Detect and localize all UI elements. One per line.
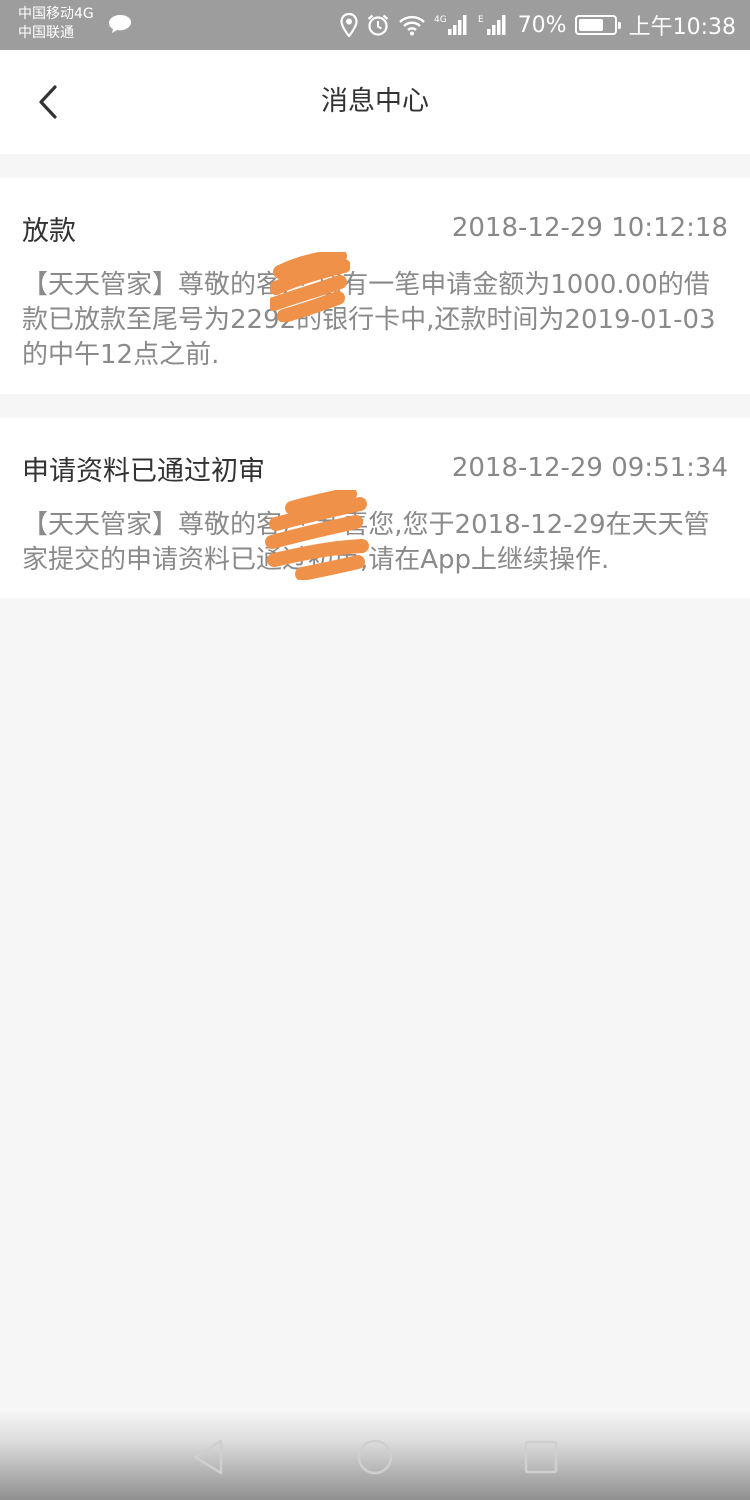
message-title: 申请资料已通过初审 — [22, 455, 265, 487]
message-header: 放款 2018-12-29 10:12:18 — [22, 208, 728, 248]
alarm-icon — [366, 13, 390, 37]
svg-text:4G: 4G — [434, 15, 447, 25]
home-circle-icon — [357, 1439, 393, 1475]
message-header: 申请资料已通过初审 2018-12-29 09:51:34 — [22, 448, 728, 488]
carrier-info: 中国移动4G 中国联通 — [18, 5, 94, 43]
chat-bubble-icon — [108, 14, 132, 38]
svg-text:E: E — [478, 15, 484, 25]
status-bar: 中国移动4G 中国联通 4G E 70% 上午10:38 — [0, 0, 750, 50]
nav-recents-button[interactable] — [516, 1432, 566, 1482]
battery-percent: 70% — [517, 12, 567, 38]
message-time: 2018-12-29 10:12:18 — [451, 213, 728, 243]
signal-e-icon: E — [478, 13, 510, 37]
carrier-secondary: 中国联通 — [18, 25, 74, 41]
carrier-primary: 中国移动4G — [18, 6, 94, 22]
message-title: 放款 — [22, 215, 76, 247]
message-body: 【天天管家】尊敬的客户,您有一笔申请金额为1000.00的借款已放款至尾号为22… — [22, 270, 716, 370]
nav-home-button[interactable] — [350, 1432, 400, 1482]
battery-fill — [578, 19, 603, 31]
location-icon — [340, 13, 358, 37]
back-triangle-icon — [193, 1439, 223, 1475]
navigation-bar — [0, 1410, 750, 1500]
header: 消息中心 — [0, 50, 750, 154]
status-icons: 4G E 70% 上午10:38 — [340, 0, 736, 50]
message-list: 放款 2018-12-29 10:12:18 【天天管家】尊敬的客户,您有一笔申… — [0, 178, 750, 622]
message-body: 【天天管家】尊敬的客户,恭喜您,您于2018-12-29在天天管家提交的申请资料… — [22, 510, 710, 575]
message-card[interactable]: 放款 2018-12-29 10:12:18 【天天管家】尊敬的客户,您有一笔申… — [0, 178, 750, 394]
page-title: 消息中心 — [321, 86, 429, 117]
battery-icon — [574, 15, 621, 35]
signal-4g-icon: 4G — [434, 13, 470, 37]
message-card[interactable]: 申请资料已通过初审 2018-12-29 09:51:34 【天天管家】尊敬的客… — [0, 418, 750, 598]
message-time: 2018-12-29 09:51:34 — [451, 453, 728, 483]
recents-square-icon — [524, 1440, 558, 1474]
clock: 上午10:38 — [628, 15, 736, 40]
wifi-icon — [398, 14, 426, 36]
nav-back-button[interactable] — [183, 1432, 233, 1482]
